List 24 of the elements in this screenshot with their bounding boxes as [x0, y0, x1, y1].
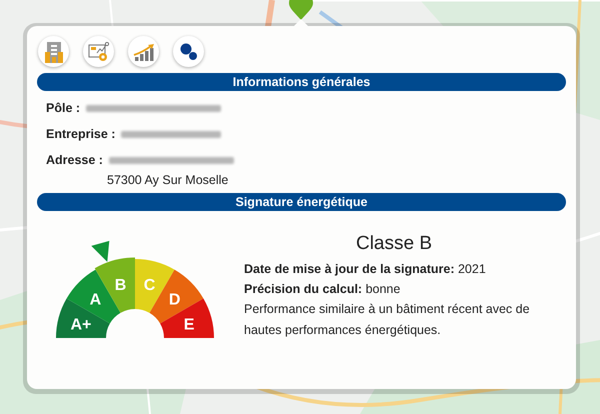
bubbles-icon — [180, 42, 198, 60]
map-pin-icon[interactable] — [288, 0, 314, 20]
gauge-label: E — [184, 316, 194, 334]
tab-icon-button[interactable] — [83, 36, 114, 67]
class-title: Classe B — [354, 233, 434, 255]
growth-chart-icon — [132, 42, 154, 60]
gauge-label: B — [114, 276, 126, 294]
field-label: Adresse : — [46, 153, 103, 167]
field-label: Pôle : — [46, 101, 80, 115]
gauge-label: D — [168, 291, 180, 308]
description-text: Performance similaire à un bâtiment récent avec de hautes performances énergétiques. — [244, 301, 531, 339]
gauge-label: A — [90, 291, 102, 308]
detail-line: Date de mise à jour de la signature: 2021 — [244, 261, 487, 278]
gauge-label: A+ — [70, 316, 92, 334]
dashboard-icon — [88, 42, 110, 62]
building-icon — [44, 40, 64, 62]
section-header: Informations générales — [37, 73, 566, 91]
tab-icon-button[interactable] — [173, 36, 204, 67]
gauge-label: C — [144, 276, 156, 294]
detail-line: Précision du calcul: bonne — [244, 281, 402, 298]
address-line: 57300 Ay Sur Moselle — [106, 173, 230, 187]
field-label: Entreprise : — [46, 127, 116, 141]
section-header: Signature énergétique — [37, 193, 566, 211]
tab-icon-button[interactable] — [128, 36, 159, 67]
